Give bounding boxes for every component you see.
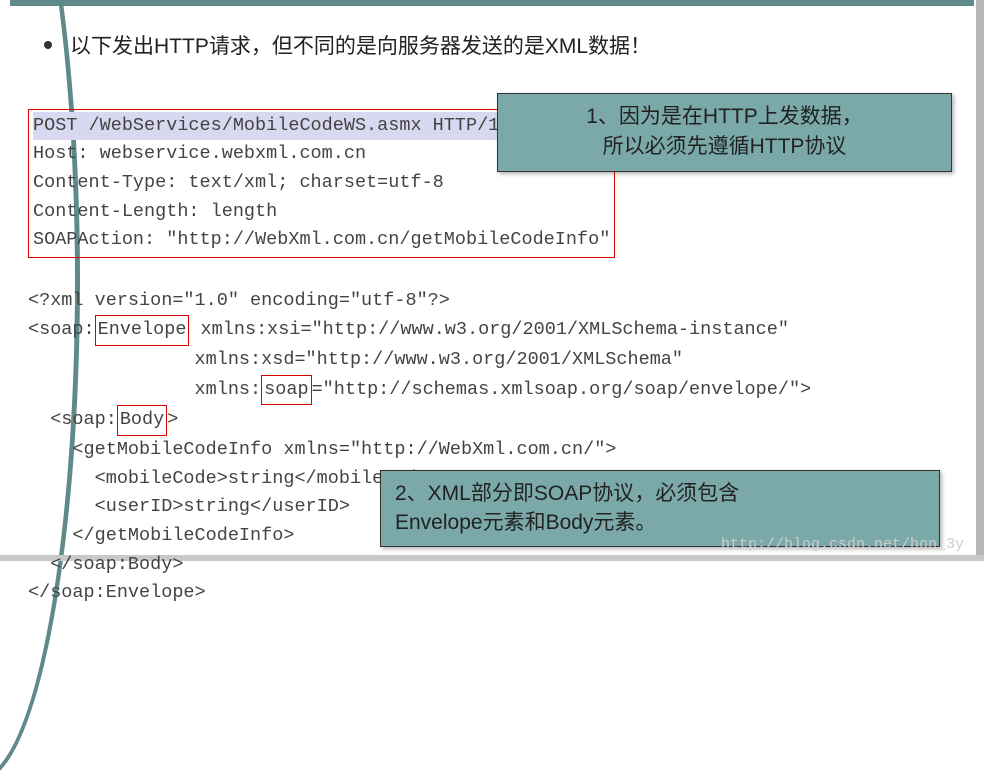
http-content-length: Content-Length: length [33, 201, 277, 222]
bullet-icon [44, 41, 52, 49]
body-close: </soap:Body> [28, 554, 183, 575]
xml-declaration: <?xml version="1.0" encoding="utf-8"?> [28, 290, 450, 311]
callout2-line2: Envelope元素和Body元素。 [395, 508, 925, 537]
http-host: Host: webservice.webxml.com.cn [33, 143, 366, 164]
soap-highlight: soap [261, 375, 311, 406]
watermark-text: http://blog.csdn.net/hon_3y [721, 536, 964, 553]
env-soap-ns: ="http://schemas.xmlsoap.org/soap/envelo… [312, 379, 812, 400]
bullet-line: 以下发出HTTP请求，但不同的是向服务器发送的是XML数据！ [44, 30, 651, 60]
env-xsd-ns: xmlns:xsd="http://www.w3.org/2001/XMLSch… [28, 349, 683, 370]
slide-right-shadow [976, 0, 984, 561]
bullet-text: 以下发出HTTP请求，但不同的是向服务器发送的是XML数据！ [70, 30, 651, 60]
http-request-line: POST /WebServices/MobileCodeWS.asmx HTTP… [33, 112, 521, 141]
slide-top-border [10, 0, 974, 6]
callout1-line1: 1、因为是在HTTP上发数据， [512, 102, 937, 132]
http-soapaction: SOAPAction: "http://WebXml.com.cn/getMob… [33, 229, 610, 250]
env-soap-prefix: xmlns: [28, 379, 261, 400]
userid-element: <userID>string</userID> [28, 496, 350, 517]
env-open-prefix: <soap: [28, 319, 95, 340]
getmobile-open: <getMobileCodeInfo xmlns="http://WebXml.… [28, 439, 616, 460]
callout1-line2: 所以必须先遵循HTTP协议 [512, 132, 937, 162]
getmobile-close: </getMobileCodeInfo> [28, 525, 294, 546]
envelope-close: </soap:Envelope> [28, 582, 206, 603]
callout-http-note: 1、因为是在HTTP上发数据， 所以必须先遵循HTTP协议 [497, 93, 952, 172]
callout2-line1: 2、XML部分即SOAP协议，必须包含 [395, 479, 925, 508]
env-xsi-ns: xmlns:xsi="http://www.w3.org/2001/XMLSch… [189, 319, 789, 340]
envelope-highlight: Envelope [95, 315, 190, 346]
body-open-suffix: > [167, 409, 178, 430]
http-content-type: Content-Type: text/xml; charset=utf-8 [33, 172, 444, 193]
mobilecode-element: <mobileCode>string</mobileCode> [28, 468, 439, 489]
body-open-prefix: <soap: [28, 409, 117, 430]
body-highlight: Body [117, 405, 167, 436]
